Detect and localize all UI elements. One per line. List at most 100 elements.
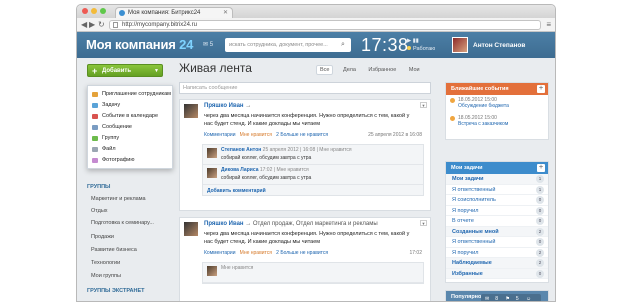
group-item[interactable]: Маркетинг и реклама (91, 196, 167, 202)
task-filter[interactable]: В отчете 0 (446, 216, 548, 227)
event-item[interactable]: 18.05.2012 15:00 Встреча с заказчиком (446, 113, 548, 127)
task-count: 0 (536, 196, 544, 204)
filter-tasks[interactable]: Дела (343, 67, 356, 73)
add-button[interactable]: + Добавить ▼ (87, 64, 163, 77)
user-name[interactable]: Антон Степанов (473, 42, 525, 49)
comment-author[interactable]: Дикова Лариса 17:02 | Мне нравится (221, 167, 309, 173)
menu-item-event[interactable]: Событие в календаре (88, 111, 172, 122)
back-icon[interactable]: ◀ (81, 20, 87, 29)
close-window-icon[interactable] (82, 8, 88, 14)
address-bar[interactable]: http://mycompany.bitrix24.ru (109, 20, 541, 30)
feed-post: Пряшко Иван → ▼ через два месяца начинае… (179, 99, 431, 211)
menu-item-file[interactable]: Файл (88, 144, 172, 155)
task-filter[interactable]: Я ответственный 0 (446, 237, 548, 248)
group-item[interactable]: Подготовка к семинару... (91, 220, 167, 226)
chevron-down-icon: ▼ (154, 68, 159, 74)
tab-title: Моя компания: Битрикс24 (128, 10, 201, 16)
feed-filters: Все Дела Избранное Мои (316, 65, 431, 75)
comment-text: собирай коллег, обсудим завтра с утра (221, 155, 312, 161)
reload-icon[interactable]: ↻ (98, 20, 105, 29)
menu-item-task[interactable]: Задачу (88, 100, 172, 111)
add-event-icon[interactable]: + (537, 85, 545, 93)
event-item[interactable]: 18.05.2012 15:00 Обсуждение бюджета (446, 95, 548, 109)
task-filter[interactable]: Созданные мной 2 (446, 226, 548, 237)
group-item[interactable]: Мои группы (91, 273, 167, 279)
search-input[interactable]: искать сотрудника, документ, прочее... (225, 38, 351, 52)
add-task-icon[interactable]: + (537, 164, 545, 172)
comment: Степанов Антон 25 апреля 2012 | 16:08 | … (203, 145, 423, 165)
comment-author[interactable]: Мне нравится (221, 265, 253, 271)
author-avatar[interactable] (184, 222, 198, 236)
comments-link[interactable]: Комментарии (204, 132, 236, 138)
comment-author[interactable]: Степанов Антон 25 апреля 2012 | 16:08 | … (221, 147, 352, 153)
comment-avatar[interactable] (207, 168, 217, 178)
portal-header: Моя компания 24 ✉ 5 искать сотрудника, д… (77, 32, 555, 58)
task-filter[interactable]: Я поручил 2 (446, 248, 548, 258)
search-icon[interactable]: ⌕ (341, 41, 345, 49)
message-input[interactable]: Написать сообщение (179, 82, 431, 94)
task-filter[interactable]: Я ответственный 1 (446, 185, 548, 195)
post-menu-icon[interactable]: ▼ (420, 102, 427, 108)
user-avatar[interactable] (452, 37, 468, 53)
tasks-title[interactable]: Мои задачи (451, 165, 483, 171)
minimize-window-icon[interactable] (91, 8, 97, 14)
events-title[interactable]: Ближайшие события (451, 86, 509, 92)
chat-bar[interactable]: ✉8 ⚑5 ☺25 (481, 294, 541, 302)
events-header: Ближайшие события + (446, 83, 548, 95)
browser-menu-icon[interactable]: ≡ (546, 20, 551, 29)
group-item[interactable]: Развитие бизнеса (91, 247, 167, 253)
post-destination[interactable]: Отдел продаж, Отдел маркетинга и рекламы (253, 221, 378, 227)
author-avatar[interactable] (184, 104, 198, 118)
file-icon (92, 147, 98, 152)
menu-item-photo[interactable]: Фотографию (88, 155, 172, 166)
post-menu-icon[interactable]: ▼ (420, 220, 427, 226)
right-sidebar: Ближайшие события + 18.05.2012 15:00 Обс… (445, 58, 549, 302)
comment: Дикова Лариса 17:02 | Мне нравится собир… (203, 165, 423, 185)
like-link[interactable]: Мне нравится (240, 132, 272, 138)
menu-item-message[interactable]: Сообщение (88, 122, 172, 133)
task-filter[interactable]: Избранные 0 (446, 268, 548, 279)
event-title[interactable]: Обсуждение бюджета (458, 103, 548, 109)
page-icon (113, 22, 118, 28)
likes-count[interactable]: 2 Больше не нравится (276, 250, 328, 256)
calendar-icon (92, 114, 98, 119)
likes-count[interactable]: 2 Больше не нравится (276, 132, 328, 138)
comment-avatar[interactable] (207, 266, 217, 276)
task-icon (92, 103, 98, 108)
extranet-groups-heading[interactable]: ГРУППЫ ЭКСТРАНЕТ (87, 288, 145, 294)
work-status[interactable]: ▶ ▮▮ Работаю (407, 37, 435, 53)
messages-icon[interactable]: ✉ 5 (203, 41, 213, 48)
menu-item-invite[interactable]: Приглашение сотрудникам (88, 89, 172, 100)
filter-mine[interactable]: Мои (409, 67, 420, 73)
task-filter[interactable]: Наблюдаемые 2 (446, 258, 548, 269)
clock[interactable]: 17:38 (361, 35, 409, 56)
browser-tab[interactable]: Моя компания: Битрикс24 ✕ (115, 7, 233, 18)
close-tab-icon[interactable]: ✕ (223, 9, 228, 16)
filter-favorites[interactable]: Избранное (368, 67, 396, 73)
maximize-window-icon[interactable] (100, 8, 106, 14)
like-link[interactable]: Мне нравится (240, 250, 272, 256)
company-logo[interactable]: Моя компания 24 (86, 37, 193, 52)
event-icon (450, 98, 455, 103)
menu-item-group[interactable]: Группу (88, 133, 172, 144)
event-title[interactable]: Встреча с заказчиком (458, 121, 548, 127)
forward-icon[interactable]: ▶ (89, 20, 95, 29)
comments-link[interactable]: Комментарии (204, 250, 236, 256)
post-author[interactable]: Пряшко Иван → Отдел продаж, Отдел маркет… (204, 221, 378, 227)
post-text: через два месяца начинается конференция.… (204, 113, 410, 127)
filter-all[interactable]: Все (316, 65, 334, 75)
chat-icon: ✉ (485, 296, 490, 302)
add-comment-link[interactable]: Добавить комментарий (203, 185, 423, 195)
group-item[interactable]: Продажи (91, 234, 167, 240)
popular-title[interactable]: Популярное (451, 294, 484, 300)
comment-avatar[interactable] (207, 148, 217, 158)
post-date: 25 апреля 2012 в 16:08 (368, 132, 422, 138)
group-item[interactable]: Отдых (91, 208, 167, 214)
task-filter[interactable]: Мои задачи 1 (446, 174, 548, 185)
group-item[interactable]: Технологии (91, 260, 167, 266)
task-filter[interactable]: Я соисполнитель 0 (446, 195, 548, 206)
post-author[interactable]: Пряшко Иван → (204, 103, 251, 109)
groups-heading[interactable]: ГРУППЫ (87, 184, 110, 190)
task-filter[interactable]: Я поручил 0 (446, 206, 548, 216)
task-count: 2 (536, 248, 544, 257)
